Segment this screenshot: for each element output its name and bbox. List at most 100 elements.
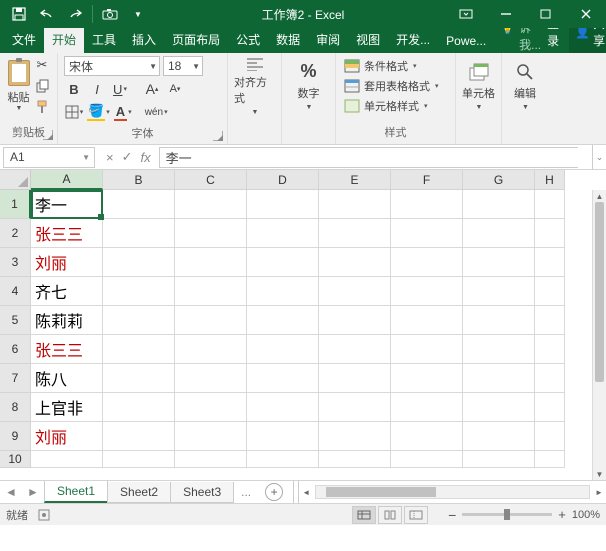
cell[interactable] [535, 451, 565, 468]
row-header[interactable]: 1 [0, 190, 31, 219]
cell[interactable] [319, 364, 391, 393]
column-header[interactable]: G [463, 170, 535, 190]
cell[interactable] [391, 422, 463, 451]
cell[interactable] [535, 248, 565, 277]
scrollbar-thumb[interactable] [595, 202, 604, 382]
sheet-tab-more[interactable]: ... [233, 485, 259, 499]
tab-tools[interactable]: 工具 [84, 26, 124, 53]
horizontal-scrollbar[interactable] [315, 485, 590, 499]
row-header[interactable]: 2 [0, 219, 31, 248]
add-sheet-button[interactable]: + [265, 483, 283, 501]
cell[interactable] [175, 219, 247, 248]
cell[interactable] [247, 306, 319, 335]
cell[interactable] [103, 190, 175, 219]
camera-button[interactable] [97, 2, 123, 26]
cell[interactable] [319, 219, 391, 248]
cell[interactable]: 陈莉莉 [31, 306, 103, 335]
cell[interactable] [175, 393, 247, 422]
fx-button[interactable]: fx [141, 150, 151, 165]
cell[interactable] [319, 422, 391, 451]
zoom-in-button[interactable]: + [558, 507, 566, 522]
cell[interactable] [103, 306, 175, 335]
cell[interactable] [463, 364, 535, 393]
cell[interactable] [391, 451, 463, 468]
row-header[interactable]: 10 [0, 451, 31, 468]
redo-button[interactable] [62, 2, 88, 26]
row-header[interactable]: 6 [0, 335, 31, 364]
vertical-scrollbar[interactable]: ▲ ▼ [592, 190, 606, 480]
cell[interactable] [319, 393, 391, 422]
cell[interactable]: 张三三 [31, 219, 103, 248]
cell[interactable] [463, 219, 535, 248]
cell[interactable] [535, 190, 565, 219]
column-header[interactable]: F [391, 170, 463, 190]
cell[interactable] [463, 422, 535, 451]
cell[interactable] [103, 451, 175, 468]
cell[interactable] [247, 335, 319, 364]
cell[interactable] [175, 306, 247, 335]
tab-layout[interactable]: 页面布局 [164, 26, 228, 53]
row-header[interactable]: 7 [0, 364, 31, 393]
cell[interactable] [319, 451, 391, 468]
cell[interactable] [319, 306, 391, 335]
cell[interactable] [247, 219, 319, 248]
cell[interactable] [103, 277, 175, 306]
view-normal-button[interactable] [352, 506, 376, 524]
formula-input[interactable]: 李一 [159, 147, 578, 168]
bold-button[interactable]: B [64, 79, 84, 99]
cell[interactable] [391, 248, 463, 277]
cell[interactable] [535, 219, 565, 248]
sheet-tab-2[interactable]: Sheet2 [107, 482, 171, 503]
alignment-button[interactable]: 对齐方式▼ [234, 56, 275, 116]
underline-button[interactable]: U▾ [110, 79, 130, 99]
ribbon-options-button[interactable] [446, 0, 486, 28]
hscroll-right[interactable]: ► [592, 488, 606, 497]
row-header[interactable]: 5 [0, 306, 31, 335]
cell[interactable] [175, 190, 247, 219]
cell[interactable] [319, 335, 391, 364]
cell[interactable] [175, 277, 247, 306]
name-box[interactable]: A1▼ [3, 147, 95, 168]
cell[interactable]: 齐七 [31, 277, 103, 306]
cell[interactable] [463, 393, 535, 422]
copy-button[interactable] [33, 77, 51, 95]
row-header[interactable]: 4 [0, 277, 31, 306]
cell[interactable]: 李一 [31, 190, 103, 219]
view-page-break-button[interactable] [404, 506, 428, 524]
cell[interactable] [103, 422, 175, 451]
cell[interactable] [391, 393, 463, 422]
cut-button[interactable]: ✂ [33, 56, 51, 74]
sheet-tab-1[interactable]: Sheet1 [44, 481, 108, 503]
cells-button[interactable]: 单元格▼ [462, 56, 495, 116]
cell[interactable] [391, 335, 463, 364]
minimize-button[interactable] [486, 0, 526, 28]
cancel-formula-button[interactable]: × [106, 150, 114, 165]
column-header[interactable]: B [103, 170, 175, 190]
cell[interactable] [175, 248, 247, 277]
shrink-font-button[interactable]: A▾ [165, 79, 185, 99]
cell[interactable] [463, 277, 535, 306]
view-page-layout-button[interactable] [378, 506, 402, 524]
cell[interactable] [535, 364, 565, 393]
cell[interactable] [391, 364, 463, 393]
tab-view[interactable]: 视图 [348, 26, 388, 53]
cell[interactable] [175, 364, 247, 393]
cell[interactable] [103, 248, 175, 277]
cell[interactable] [103, 364, 175, 393]
paste-button[interactable]: 粘贴 ▼ [6, 56, 31, 116]
tab-data[interactable]: 数据 [268, 26, 308, 53]
cell[interactable] [175, 335, 247, 364]
cell[interactable] [319, 190, 391, 219]
row-header[interactable]: 8 [0, 393, 31, 422]
column-header[interactable]: A [31, 170, 103, 190]
cell[interactable]: 刘丽 [31, 248, 103, 277]
select-all-corner[interactable] [0, 170, 31, 190]
tab-power[interactable]: Powe... [438, 29, 494, 53]
font-color-button[interactable]: A▾ [113, 102, 133, 122]
cell[interactable]: 上官非 [31, 393, 103, 422]
cell[interactable] [463, 248, 535, 277]
cell[interactable] [463, 451, 535, 468]
cell[interactable] [247, 451, 319, 468]
tab-insert[interactable]: 插入 [124, 26, 164, 53]
zoom-level[interactable]: 100% [572, 509, 600, 521]
